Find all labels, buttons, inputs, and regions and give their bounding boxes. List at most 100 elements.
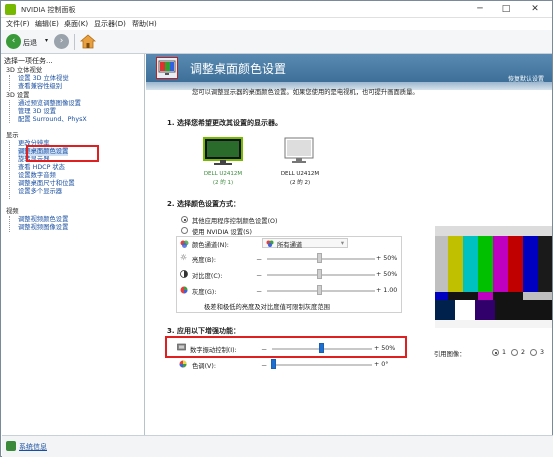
reference-image-radio-2[interactable]: [511, 349, 518, 356]
radio-other-apps[interactable]: [181, 216, 188, 223]
gamma-thumb[interactable]: [317, 285, 322, 295]
forward-arrow-icon: ›: [59, 36, 64, 46]
reference-image-option-1: 1: [502, 349, 507, 356]
tree-item-preview-image[interactable]: 通过预览调整图像设置: [18, 100, 81, 108]
menu-display[interactable]: 显示器(D): [94, 19, 126, 29]
title-bar: NVIDIA 控制面板 ─ □ ✕: [1, 1, 552, 18]
content-panel: 调整桌面颜色设置 恢复默认设置 您可以调整显示器的桌面颜色设置。如果您使用的是电…: [146, 54, 552, 435]
tree-line: [9, 216, 10, 232]
task-panel: 选择一项任务... 3D 立体视觉 设置 3D 立体视觉 查看兼容性级别 3D …: [2, 54, 145, 435]
contrast-value: + 50%: [376, 271, 398, 278]
tree-category-3d-settings[interactable]: 3D 设置: [6, 92, 29, 100]
hue-value: + 0°: [374, 361, 389, 368]
tree-line: [9, 140, 10, 199]
brightness-icon: ☼: [180, 253, 188, 262]
radio-other-apps-label: 其他应用程序控制颜色设置(O): [192, 218, 278, 225]
tree-item-compat-level[interactable]: 查看兼容性级别: [18, 83, 62, 91]
tree-line: [9, 100, 10, 123]
menu-desktop[interactable]: 桌面(K): [64, 19, 88, 29]
reference-image-option-3: 3: [540, 349, 545, 356]
page-banner: 调整桌面颜色设置 恢复默认设置: [146, 54, 552, 83]
radio-nvidia-settings[interactable]: [181, 227, 188, 234]
desktop-color-icon: [156, 57, 178, 79]
color-test-image: [435, 226, 552, 328]
tree-item-video-image[interactable]: 调整视频图像设置: [18, 224, 68, 232]
reference-image-radio-3[interactable]: [530, 349, 537, 356]
brightness-value: + 50%: [376, 255, 398, 262]
section-1-heading: 1. 选择您希望更改其设置的显示器。: [167, 119, 282, 127]
brightness-minus: －: [256, 257, 263, 264]
hue-slider[interactable]: [272, 364, 372, 366]
brightness-thumb[interactable]: [317, 253, 322, 263]
section-3-heading: 3. 应用以下增强功能：: [167, 327, 240, 335]
window-title: NVIDIA 控制面板: [21, 6, 76, 14]
task-panel-header: 选择一项任务...: [4, 57, 53, 65]
page-description: 您可以调整显示器的桌面颜色设置。如果您使用的是电视机，也可提升画面质量。: [192, 89, 419, 96]
radio-nvidia-settings-label: 使用 NVIDIA 设置(S): [192, 229, 252, 236]
nvidia-control-panel-window: NVIDIA 控制面板 ─ □ ✕ 文件(F) 编辑(E) 桌面(K) 显示器(…: [0, 0, 553, 457]
back-button[interactable]: ‹: [6, 34, 21, 49]
monitor-color-icon: [158, 60, 176, 75]
color-channel-value: 所有通道: [277, 242, 303, 249]
monitor-1-icon[interactable]: [203, 137, 243, 167]
minimize-button[interactable]: ─: [468, 2, 492, 16]
color-channel-label: 颜色通道(N):: [192, 242, 229, 249]
status-bar: 系统信息: [2, 435, 553, 457]
tree-item-desktop-size[interactable]: 调整桌面尺寸和位置: [18, 180, 75, 188]
tree-item-hdcp-status[interactable]: 查看 HDCP 状态: [18, 164, 65, 172]
contrast-label: 对比度(C):: [192, 273, 223, 280]
monitor-1-index: (2 的 1): [212, 180, 234, 186]
brightness-label: 亮度(B):: [192, 257, 216, 264]
section-2-heading: 2. 选择颜色设置方式：: [167, 200, 240, 208]
channel-dropdown-icon: [266, 240, 274, 247]
monitor-1-name: DELL U2412M: [203, 171, 243, 177]
toolbar-separator: [74, 34, 75, 50]
close-button[interactable]: ✕: [523, 2, 547, 16]
reference-image-label: 引用图像：: [434, 351, 466, 358]
hue-minus: －: [261, 363, 268, 370]
tree-item-multi-display[interactable]: 设置多个显示器: [18, 188, 62, 196]
forward-button[interactable]: ›: [54, 34, 69, 49]
tree-item-video-color[interactable]: 调整视频颜色设置: [18, 216, 68, 224]
reference-image-radio-1[interactable]: [492, 349, 499, 356]
monitor-2-icon[interactable]: [284, 137, 314, 167]
menu-bar: 文件(F) 编辑(E) 桌面(K) 显示器(D) 帮助(H): [1, 18, 552, 30]
color-channel-dropdown[interactable]: 所有通道 ▾: [262, 238, 348, 249]
contrast-minus: －: [256, 273, 263, 280]
highlight-box-tree: [26, 145, 99, 162]
menu-edit[interactable]: 编辑(E): [35, 19, 59, 29]
tree-category-display[interactable]: 显示: [6, 132, 19, 140]
highlight-box-vibrance: [165, 336, 407, 358]
back-label[interactable]: 后退: [23, 38, 37, 48]
tree-item-manage-3d[interactable]: 管理 3D 设置: [18, 108, 56, 116]
reference-image-option-2: 2: [521, 349, 526, 356]
tree-category-video[interactable]: 视频: [6, 208, 19, 216]
hue-thumb[interactable]: [271, 359, 276, 369]
hue-icon: [179, 360, 187, 368]
gamma-value: + 1.00: [376, 287, 398, 294]
range-hint: 极差和极低的亮度及对比度值可限制灰度范围: [204, 304, 330, 311]
contrast-icon: [180, 270, 188, 278]
system-info-link[interactable]: 系统信息: [19, 442, 47, 452]
monitor-2-index: (2 的 2): [289, 180, 311, 186]
home-icon[interactable]: [80, 34, 96, 49]
menu-help[interactable]: 帮助(H): [132, 19, 157, 29]
gamma-icon: [180, 286, 188, 294]
contrast-thumb[interactable]: [317, 269, 322, 279]
gamma-label: 灰度(G):: [192, 289, 217, 296]
color-channel-icon: [180, 240, 189, 248]
tree-item-surround-physx[interactable]: 配置 Surround、PhysX: [18, 116, 87, 124]
tree-item-digital-audio[interactable]: 设置数字音频: [18, 172, 56, 180]
menu-file[interactable]: 文件(F): [6, 19, 30, 29]
dropdown-arrow-icon: ▾: [340, 240, 344, 247]
back-arrow-icon: ‹: [11, 36, 16, 46]
maximize-button[interactable]: □: [494, 2, 518, 16]
back-dropdown-icon[interactable]: ▾: [45, 37, 48, 44]
gamma-minus: －: [256, 289, 263, 296]
tree-category-3d-stereo[interactable]: 3D 立体视觉: [6, 67, 42, 75]
system-info-icon: [6, 441, 16, 451]
monitor-2-name: DELL U2412M: [280, 171, 320, 177]
tree-item-setup-3d-stereo[interactable]: 设置 3D 立体视觉: [18, 75, 69, 83]
tree-line: [9, 75, 10, 91]
page-title: 调整桌面颜色设置: [190, 62, 287, 76]
